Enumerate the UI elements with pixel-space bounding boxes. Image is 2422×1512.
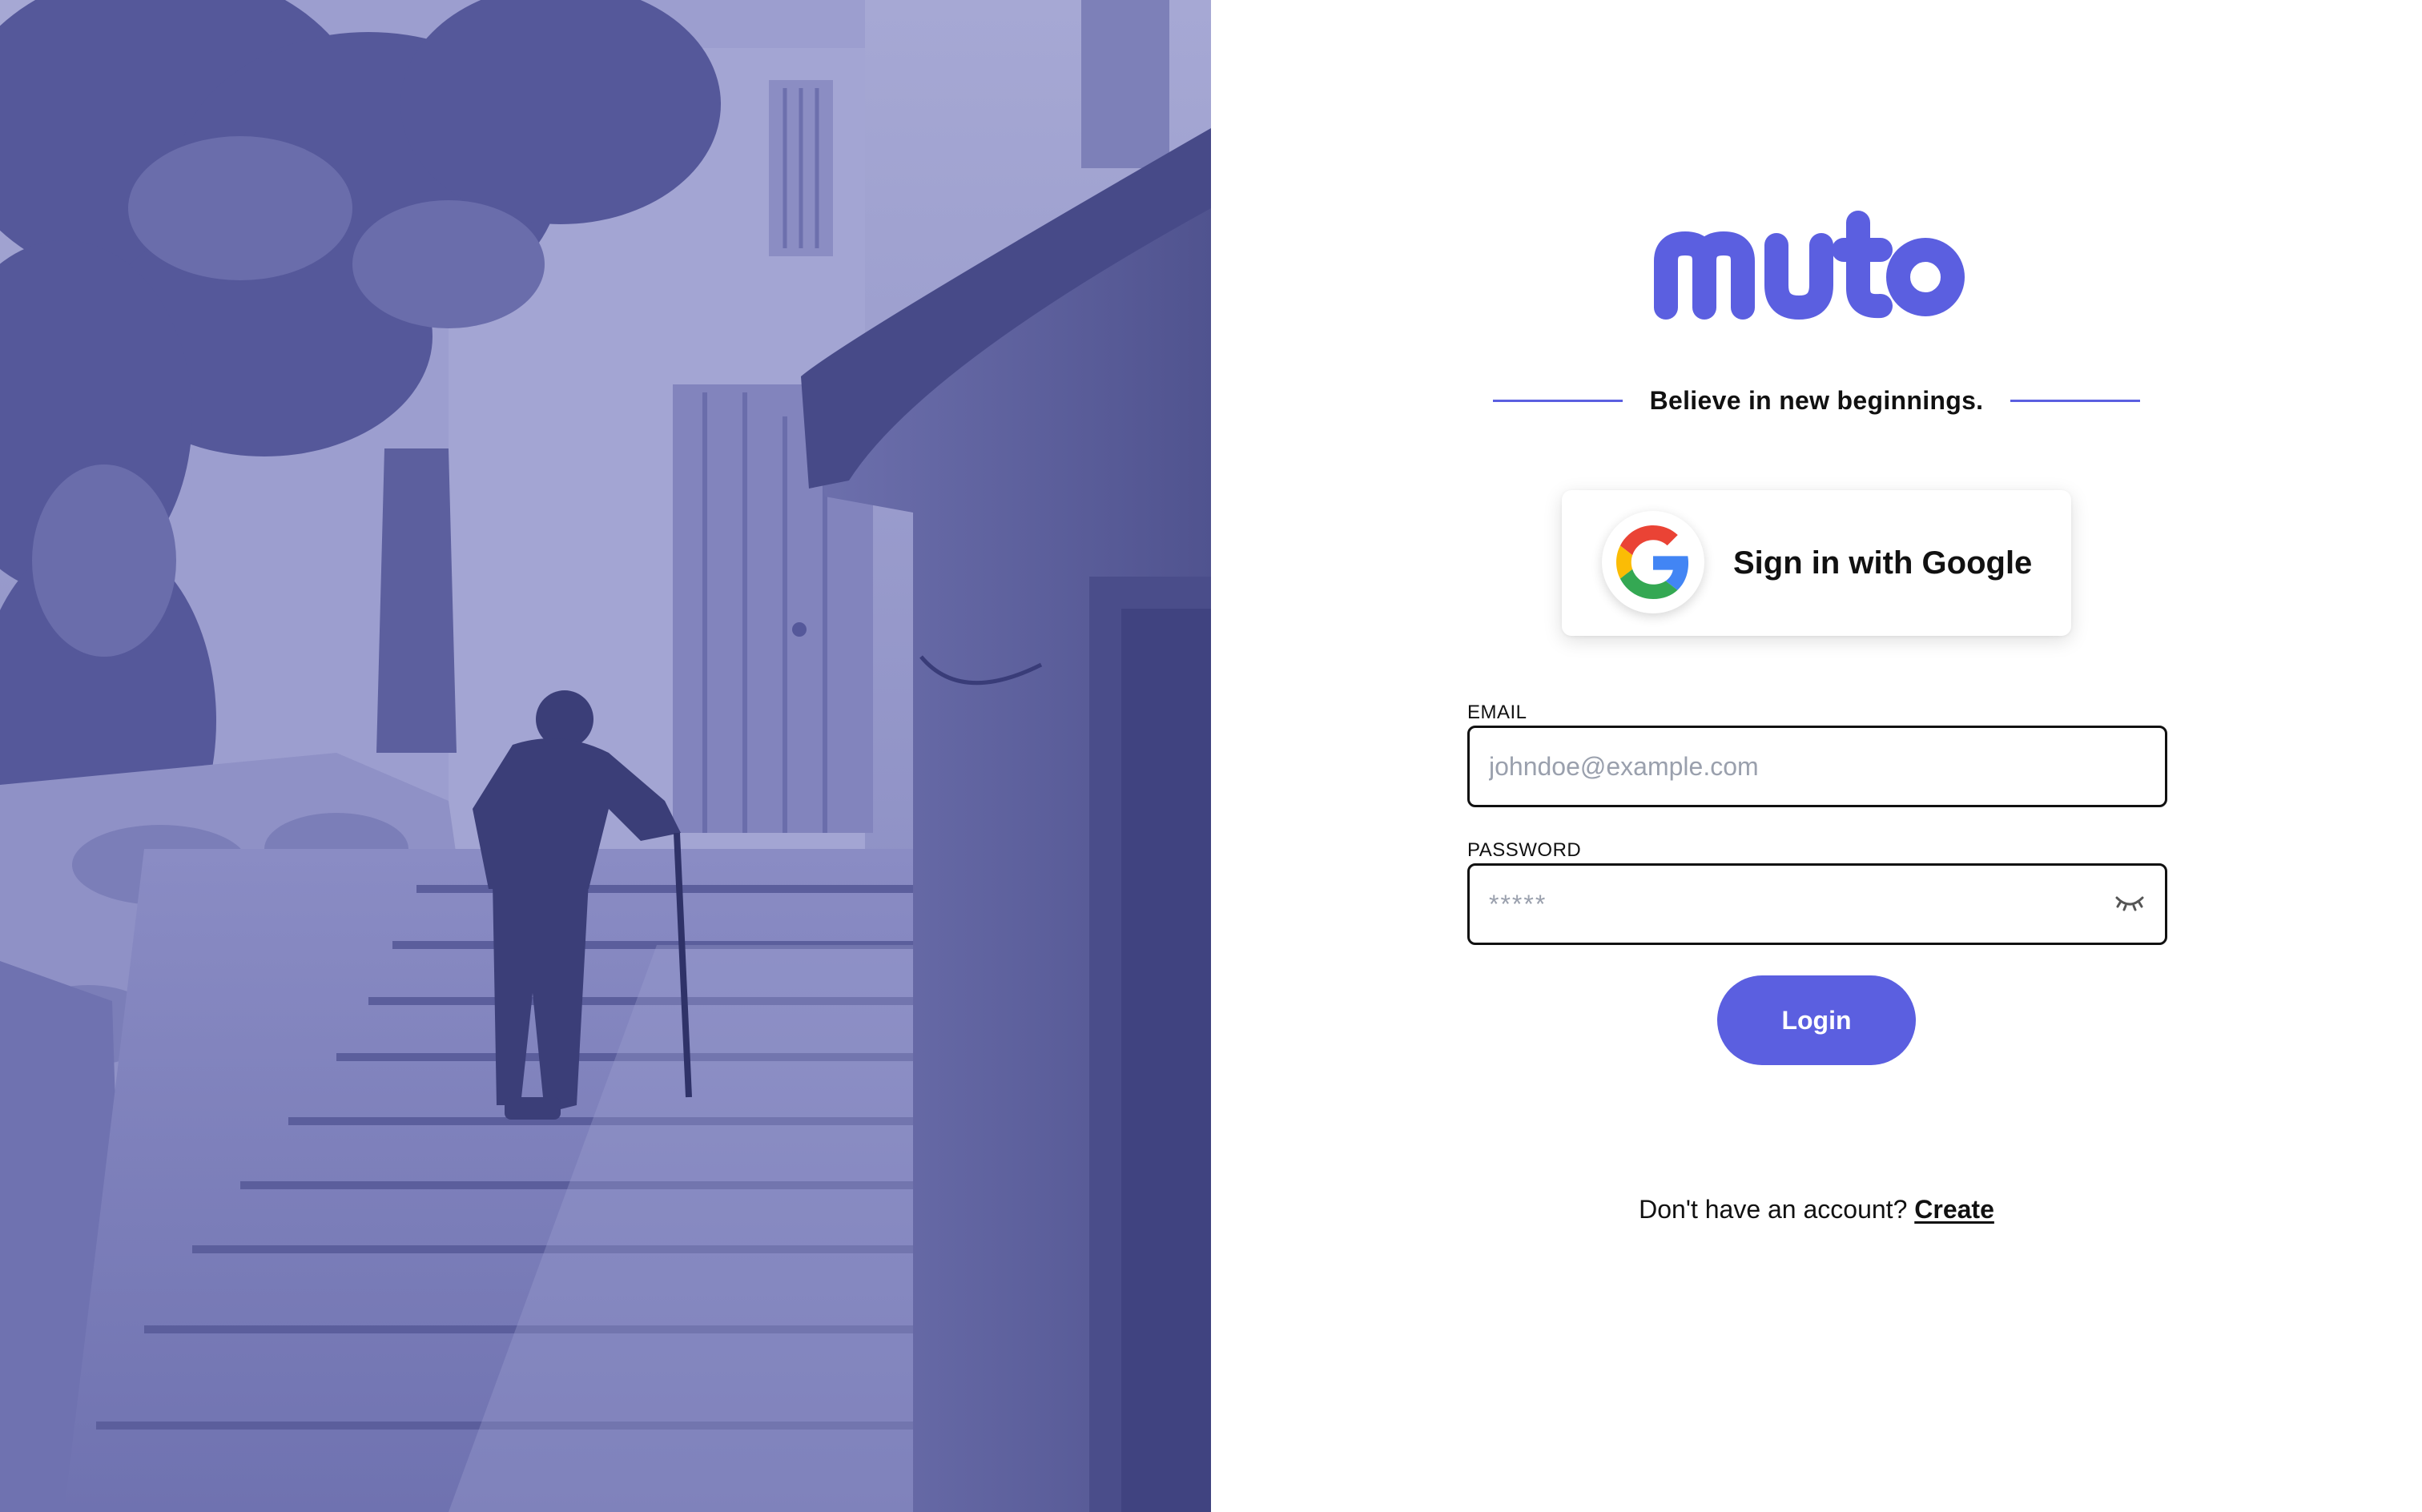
muto-logo: [1648, 210, 1969, 322]
signup-prompt-text: Don't have an account?: [1639, 1195, 1908, 1224]
signup-prompt: Don't have an account? Create: [1211, 1195, 2422, 1224]
eye-closed-icon[interactable]: [2112, 888, 2147, 920]
google-g-icon: [1602, 511, 1704, 613]
password-field[interactable]: [1470, 866, 2098, 943]
tagline-text: Believe in new beginnings.: [1649, 385, 1984, 415]
email-field-box: [1467, 726, 2167, 807]
login-button[interactable]: Login: [1717, 975, 1916, 1065]
email-label: EMAIL: [1467, 702, 1527, 723]
login-page: Believe in new beginnings. Sign in with …: [0, 0, 2422, 1512]
tagline-divider-right: [2010, 399, 2140, 402]
tagline-divider-left: [1493, 399, 1623, 402]
create-account-link[interactable]: Create: [1914, 1195, 1994, 1224]
password-label: PASSWORD: [1467, 839, 1582, 861]
email-field[interactable]: [1470, 728, 2098, 805]
hero-photo: [0, 0, 1211, 1512]
password-field-box: [1467, 863, 2167, 945]
google-signin-button[interactable]: Sign in with Google: [1562, 490, 2071, 636]
tagline: Believe in new beginnings.: [1493, 383, 2140, 418]
google-signin-label: Sign in with Google: [1733, 545, 2033, 581]
hero-photo-illustration: [0, 0, 1211, 1512]
